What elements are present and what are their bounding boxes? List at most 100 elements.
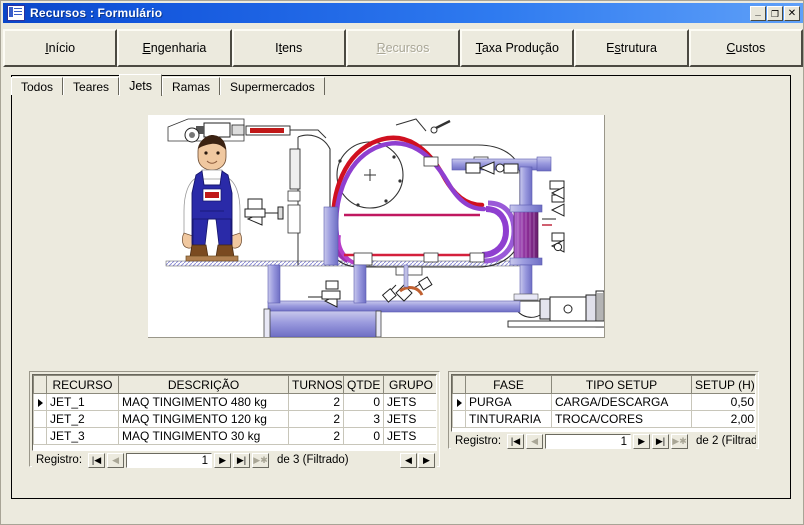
cell-recurso[interactable]: JET_1 [46, 393, 119, 411]
current-record-input[interactable]: 1 [545, 433, 632, 449]
column-header-qtde[interactable]: QTDE [343, 375, 384, 394]
cell-setup-h[interactable]: 2,00 [691, 410, 755, 428]
tab-ramas[interactable]: Ramas [162, 77, 221, 95]
current-record-input[interactable]: 1 [126, 452, 213, 468]
column-header-recurso[interactable]: RECURSO [46, 375, 119, 394]
resources-table[interactable]: RECURSO DESCRIÇÃO TURNOS QTDE GRUPO JET_1 MAQ … [33, 375, 436, 445]
tab-strip: Todos Teares Jets Ramas Supermercados [11, 73, 325, 96]
column-header-grupo[interactable]: GRUPO [383, 375, 436, 394]
tab-supermercados[interactable]: Supermercados [220, 77, 325, 95]
window-controls: _ ❐ ✕ [750, 5, 803, 21]
tab-todos[interactable]: Todos [11, 77, 64, 95]
cell-descri-o[interactable]: MAQ TINGIMENTO 480 kg [118, 393, 289, 411]
title-bar: Recursos : Formulário _ ❐ ✕ [3, 3, 803, 23]
cell-grupo[interactable]: JETS [383, 410, 436, 428]
cell-turnos[interactable]: 2 [288, 427, 344, 445]
first-record-button[interactable]: |◀ [507, 433, 525, 449]
next-record-button[interactable]: ▶ [214, 452, 232, 468]
next-record-button-glyph: ▶ [638, 435, 645, 446]
previous-record-button: ◀ [526, 433, 544, 449]
table-header-row: RECURSO DESCRIÇÃO TURNOS QTDE GRUPO [33, 375, 436, 394]
menu-inicio[interactable]: Início [3, 29, 118, 67]
access-form-icon [7, 5, 25, 21]
record-label: Registro: [455, 435, 502, 447]
last-record-button[interactable]: ▶| [652, 433, 670, 449]
menu-label: Custos [726, 41, 766, 55]
table-row[interactable]: TINTURARIA TROCA/CORES 2,00 [452, 410, 755, 428]
menu-recursos: Recursos [345, 29, 461, 67]
menu-label: Itens [275, 41, 303, 55]
resources-record-navigator: Registro: |◀ ◀ 1 ▶ ▶| ▶✱ de 3 (Filtrado) ◀ ▶ [32, 451, 437, 469]
select-all-corner[interactable] [33, 375, 47, 394]
resources-grid-wrapper: RECURSO DESCRIÇÃO TURNOS QTDE GRUPO JET_1 MAQ … [32, 374, 437, 451]
setup-record-navigator: Registro: |◀ ◀ 1 ▶ ▶| ▶✱ de 2 (Filtrado [451, 432, 756, 450]
last-record-button[interactable]: ▶| [233, 452, 251, 468]
close-button[interactable]: ✕ [784, 5, 800, 21]
row-selector-current[interactable] [452, 393, 466, 411]
close-icon: ✕ [787, 7, 797, 19]
tab-teares[interactable]: Teares [63, 77, 120, 95]
setup-table[interactable]: FASE TIPO SETUP SETUP (H) PURGA CARGA/DESCAR… [452, 375, 755, 428]
menu-taxa-producao[interactable]: Taxa Produção [460, 29, 575, 67]
cell-turnos[interactable]: 2 [288, 393, 344, 411]
column-header-setup-h[interactable]: SETUP (H) [691, 375, 755, 394]
cell-grupo[interactable]: JETS [383, 427, 436, 445]
select-all-corner[interactable] [452, 375, 466, 394]
column-header-descri-o[interactable]: DESCRIÇÃO [118, 375, 289, 394]
cell-recurso[interactable]: JET_3 [46, 427, 119, 445]
cell-recurso[interactable]: JET_2 [46, 410, 119, 428]
scroll-right-button[interactable]: ▶ [418, 452, 435, 468]
resources-datasheet: RECURSO DESCRIÇÃO TURNOS QTDE GRUPO JET_1 MAQ … [29, 371, 440, 469]
table-row[interactable]: JET_1 MAQ TINGIMENTO 480 kg 2 0 JETS [33, 393, 436, 411]
menu-estrutura[interactable]: Estrutura [574, 29, 689, 67]
cell-descri-o[interactable]: MAQ TINGIMENTO 120 kg [118, 410, 289, 428]
scroll-left-button[interactable]: ◀ [400, 452, 417, 468]
column-header-turnos[interactable]: TURNOS [288, 375, 344, 394]
menu-label: Taxa Produção [475, 41, 559, 55]
menu-itens[interactable]: Itens [231, 29, 346, 67]
record-count-status: de 2 (Filtrado [696, 435, 756, 447]
tab-jets[interactable]: Jets [119, 74, 162, 96]
first-record-button-glyph: |◀ [510, 435, 521, 446]
cell-setup-h[interactable]: 0,50 [691, 393, 755, 411]
menu-custos[interactable]: Custos [688, 29, 803, 67]
setup-datasheet: FASE TIPO SETUP SETUP (H) PURGA CARGA/DESCAR… [448, 371, 759, 450]
table-row[interactable]: JET_3 MAQ TINGIMENTO 30 kg 2 0 JETS [33, 427, 436, 445]
table-row[interactable]: JET_2 MAQ TINGIMENTO 120 kg 2 3 JETS [33, 410, 436, 428]
next-record-button[interactable]: ▶ [633, 433, 651, 449]
record-label: Registro: [36, 454, 83, 466]
cell-tipo-setup[interactable]: TROCA/CORES [551, 410, 692, 428]
row-selector[interactable] [33, 427, 47, 445]
menu-engenharia[interactable]: Engenharia [117, 29, 232, 67]
cell-tipo-setup[interactable]: CARGA/DESCARGA [551, 393, 692, 411]
menu-label: Estrutura [606, 41, 657, 55]
new-record-button-glyph: ▶✱ [672, 435, 687, 446]
previous-record-button-glyph: ◀ [112, 454, 119, 465]
maximize-button[interactable]: ❐ [767, 5, 783, 21]
cell-qtde[interactable]: 3 [343, 410, 384, 428]
cell-descri-o[interactable]: MAQ TINGIMENTO 30 kg [118, 427, 289, 445]
cell-turnos[interactable]: 2 [288, 410, 344, 428]
table-row[interactable]: PURGA CARGA/DESCARGA 0,50 [452, 393, 755, 411]
cell-fase[interactable]: TINTURARIA [465, 410, 552, 428]
horizontal-scrollbar[interactable]: ◀ ▶ [400, 452, 437, 468]
next-record-button-glyph: ▶ [219, 454, 226, 465]
cell-fase[interactable]: PURGA [465, 393, 552, 411]
jet-dyeing-machine-diagram [148, 115, 605, 338]
first-record-button[interactable]: |◀ [88, 452, 106, 468]
previous-record-button-glyph: ◀ [531, 435, 538, 446]
new-record-button: ▶✱ [252, 452, 270, 468]
new-record-button-glyph: ▶✱ [253, 454, 268, 465]
cell-grupo[interactable]: JETS [383, 393, 436, 411]
row-selector[interactable] [33, 410, 47, 428]
cell-qtde[interactable]: 0 [343, 427, 384, 445]
row-selector-current[interactable] [33, 393, 47, 411]
table-header-row: FASE TIPO SETUP SETUP (H) [452, 375, 755, 394]
menu-label: Início [45, 41, 76, 55]
column-header-fase[interactable]: FASE [465, 375, 552, 394]
minimize-button[interactable]: _ [750, 5, 766, 21]
column-header-tipo-setup[interactable]: TIPO SETUP [551, 375, 692, 394]
cell-qtde[interactable]: 0 [343, 393, 384, 411]
row-selector[interactable] [452, 410, 466, 428]
setup-grid-wrapper: FASE TIPO SETUP SETUP (H) PURGA CARGA/DESCAR… [451, 374, 756, 432]
